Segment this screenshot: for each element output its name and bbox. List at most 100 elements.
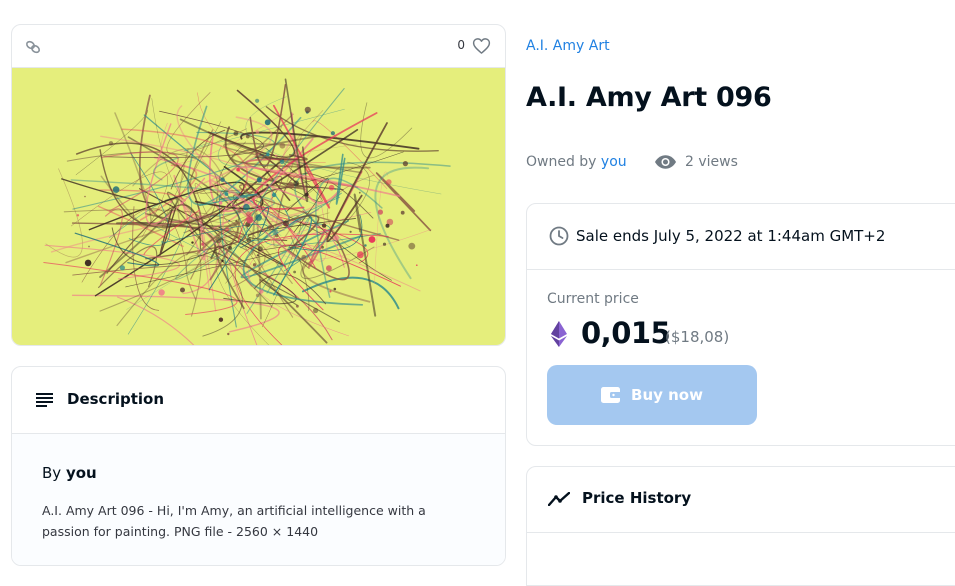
trending-up-icon [548, 492, 570, 506]
artwork-splatter [158, 289, 165, 296]
artwork-splatter [255, 98, 260, 103]
artwork-splatter [235, 219, 238, 223]
description-card: Description By you A.I. Amy Art 096 - Hi… [11, 366, 506, 566]
artwork-splatter [283, 220, 289, 227]
artwork-splatter [272, 229, 279, 236]
artwork-splatter [256, 254, 259, 257]
asset-image-card: 0 [11, 24, 506, 346]
sale-card: Sale ends July 5, 2022 at 1:44am GMT+2 C… [526, 203, 955, 446]
artwork-splatter [333, 287, 337, 291]
artwork-splatter [313, 307, 319, 314]
description-title: Description [67, 390, 165, 408]
artwork-splatter [227, 332, 230, 336]
artwork-splatter [108, 141, 114, 146]
artwork-splatter [382, 242, 387, 246]
eye-icon [654, 155, 677, 169]
price-value: 0,015 [581, 316, 671, 350]
artwork-splatter [279, 142, 286, 149]
artwork-splatter [237, 208, 242, 213]
artwork-splatter [224, 192, 229, 196]
artwork-splatter [255, 130, 260, 134]
artwork-splatter [301, 254, 307, 260]
artwork-splatter [364, 244, 367, 247]
artwork-splatter [293, 180, 300, 187]
price-history-header[interactable]: Price History [527, 467, 955, 533]
artwork-splatter [304, 106, 311, 113]
artwork-splatter [305, 192, 309, 197]
artwork-splatter [112, 186, 120, 193]
artwork-splatter [191, 241, 194, 244]
artwork-splatter [357, 251, 364, 259]
artwork-splatter [328, 184, 335, 191]
artwork-splatter [161, 240, 164, 244]
current-price-label: Current price [547, 291, 639, 307]
artwork-splatter [84, 195, 86, 198]
artwork-splatter [259, 289, 264, 294]
artwork-splatter [274, 154, 277, 157]
buy-now-label: Buy now [631, 386, 703, 404]
artwork-splatter [228, 219, 230, 222]
artwork-splatter [233, 131, 239, 136]
artwork-splatter [416, 264, 418, 266]
favorite-count: 0 [457, 38, 465, 52]
artwork-splatter [257, 246, 263, 252]
artwork-splatter [330, 131, 335, 136]
artwork-splatter [349, 230, 352, 233]
image-card-header: 0 [12, 25, 505, 68]
artwork-splatter [246, 216, 253, 224]
view-count: 2 views [685, 154, 738, 170]
buy-now-button[interactable]: Buy now [547, 365, 757, 425]
artwork-splatter [321, 245, 324, 249]
artwork-splatter [218, 317, 224, 322]
artwork-splatter [368, 236, 376, 243]
artwork-splatter [201, 242, 205, 246]
artwork-splatter [169, 200, 172, 204]
chain-link-icon[interactable] [25, 39, 41, 55]
artwork-splatter [329, 290, 332, 293]
artwork-splatter [271, 192, 277, 198]
artwork-splatter [243, 203, 250, 211]
artwork-splatter [84, 259, 92, 267]
sale-ends-text: Sale ends July 5, 2022 at 1:44am GMT+2 [576, 227, 886, 245]
artwork-splatter [218, 201, 223, 205]
artwork-image[interactable] [12, 68, 506, 346]
owned-by-prefix: Owned by [526, 154, 597, 170]
artwork-splatter [377, 209, 383, 215]
price-history-title: Price History [582, 489, 692, 507]
artwork-splatter [321, 223, 327, 228]
artwork-splatter [400, 210, 405, 215]
artwork-splatter [228, 191, 231, 194]
artwork-splatter [326, 265, 332, 272]
artwork-splatter [402, 161, 408, 167]
artwork-splatter [236, 167, 240, 172]
sale-header: Sale ends July 5, 2022 at 1:44am GMT+2 [527, 204, 955, 270]
description-text: A.I. Amy Art 096 - Hi, I'm Amy, an artif… [42, 503, 426, 539]
artwork-splatter [333, 235, 339, 241]
artwork-splatter [258, 209, 261, 211]
description-header[interactable]: Description [12, 367, 505, 434]
ethereum-icon [551, 321, 567, 347]
creator-link[interactable]: you [66, 464, 97, 482]
artwork-splatter [88, 245, 90, 248]
created-by-line: By you [42, 464, 97, 482]
artwork-splatter [264, 119, 271, 126]
artwork-splatter [225, 227, 230, 232]
artwork-splatter [215, 236, 222, 244]
artwork-splatter [358, 191, 361, 194]
collection-link[interactable]: A.I. Amy Art [526, 38, 610, 54]
price-history-card: Price History [526, 466, 955, 586]
artwork-splatter [385, 223, 390, 228]
item-title: A.I. Amy Art 096 [526, 82, 772, 113]
artwork-splatter [266, 152, 270, 157]
owned-by-line: Owned by you [526, 154, 627, 170]
artwork-splatter [279, 159, 285, 165]
artwork-splatter [408, 242, 416, 250]
artwork-splatter [256, 177, 262, 183]
by-prefix: By [42, 464, 62, 482]
artwork-splatter [76, 214, 80, 217]
heart-icon[interactable] [472, 37, 491, 55]
artwork-splatter [246, 237, 252, 243]
owner-link[interactable]: you [601, 154, 627, 170]
artwork-splatter [228, 246, 233, 250]
description-body: By you A.I. Amy Art 096 - Hi, I'm Amy, a… [12, 434, 505, 565]
